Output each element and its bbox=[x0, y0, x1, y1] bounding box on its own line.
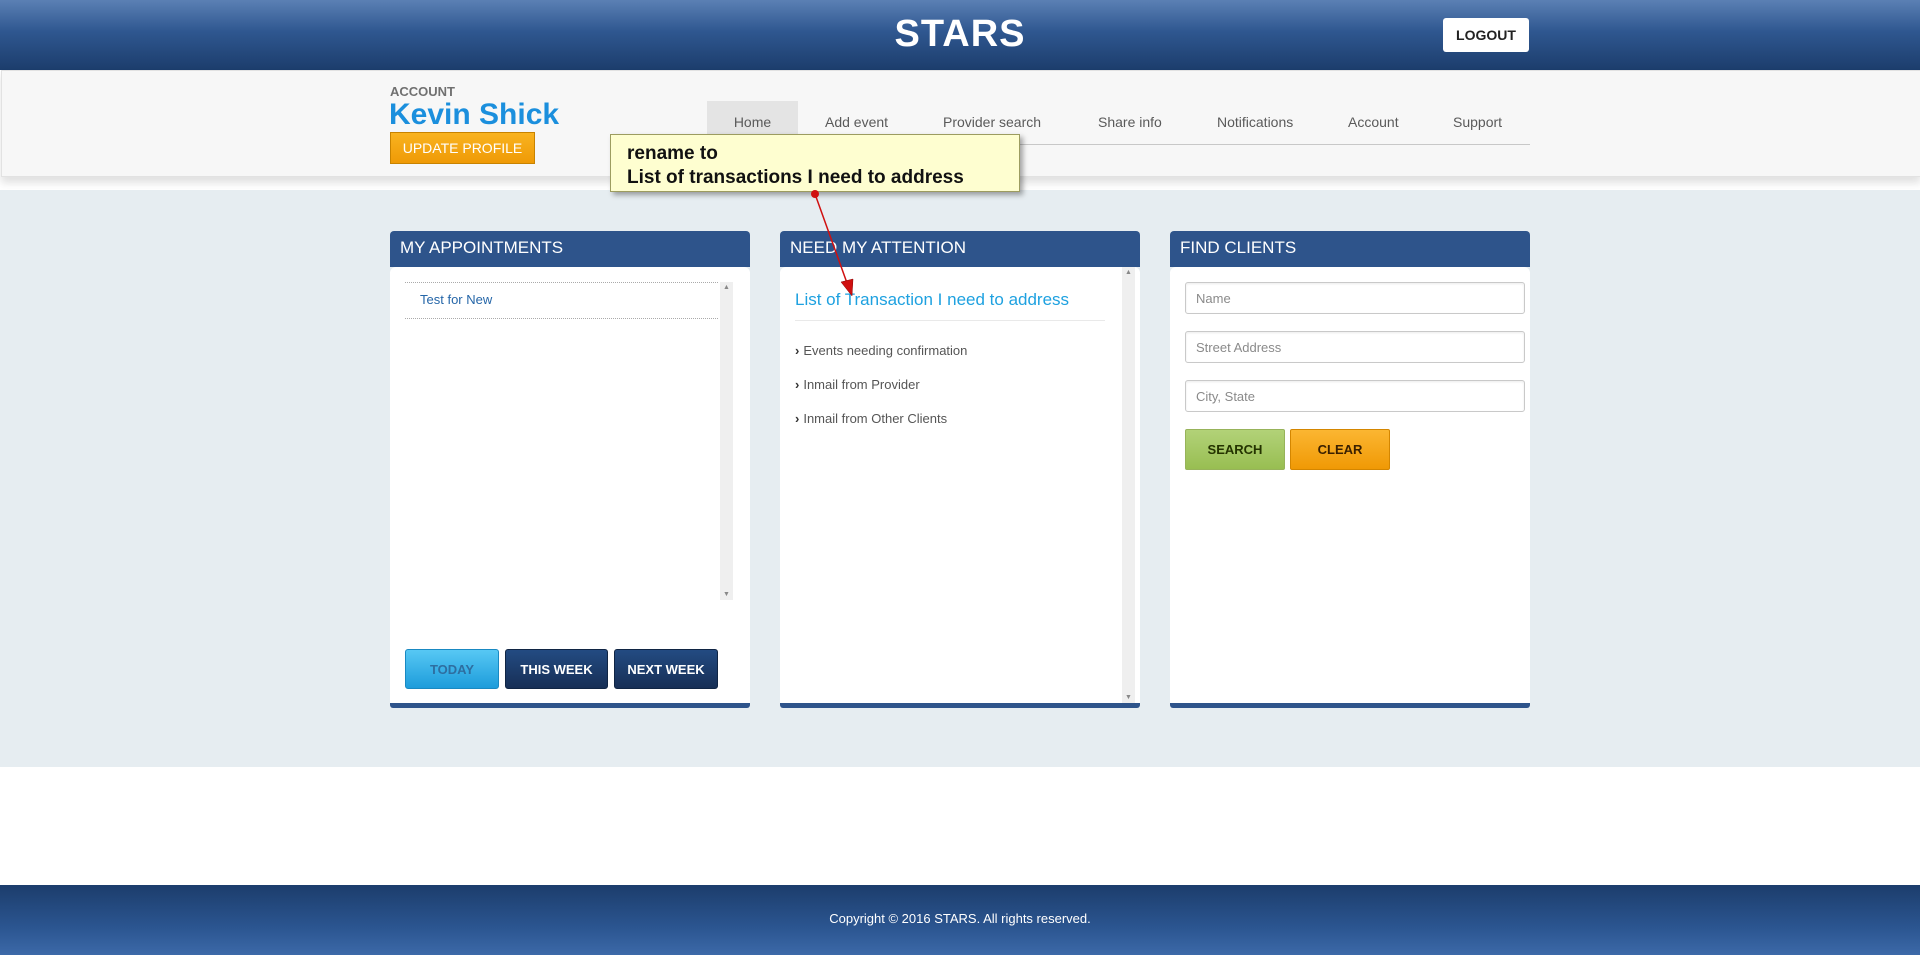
attention-panel: NEED MY ATTENTION List of Transaction I … bbox=[780, 231, 1140, 711]
next-week-button[interactable]: NEXT WEEK bbox=[614, 649, 718, 689]
attention-link-events[interactable]: › Events needing confirmation bbox=[795, 343, 967, 358]
app-brand: STARS bbox=[894, 13, 1026, 55]
annotation-callout: rename to List of transactions I need to… bbox=[610, 134, 1020, 192]
attention-link-label: Events needing confirmation bbox=[803, 343, 968, 358]
nav-notifications[interactable]: Notifications bbox=[1217, 101, 1293, 144]
account-name: Kevin Shick bbox=[389, 98, 560, 131]
appointments-panel: MY APPOINTMENTS Test for New ▲ ▼ TODAY T… bbox=[390, 231, 750, 711]
nav-share-info[interactable]: Share info bbox=[1098, 101, 1162, 144]
copyright-text: Copyright © 2016 STARS. All rights reser… bbox=[829, 911, 1091, 926]
attention-heading-link[interactable]: List of Transaction I need to address bbox=[795, 290, 1105, 321]
today-button[interactable]: TODAY bbox=[405, 649, 499, 689]
clear-button[interactable]: CLEAR bbox=[1290, 429, 1390, 470]
attention-body: List of Transaction I need to address › E… bbox=[780, 267, 1140, 703]
attention-link-inmail-provider[interactable]: › Inmail from Provider bbox=[795, 377, 920, 392]
chevron-right-icon: › bbox=[795, 411, 800, 426]
appointments-body: Test for New ▲ ▼ TODAY THIS WEEK NEXT WE… bbox=[390, 267, 750, 703]
logout-button[interactable]: LOGOUT bbox=[1443, 18, 1529, 52]
account-label: ACCOUNT bbox=[390, 84, 455, 99]
scroll-up-icon[interactable]: ▲ bbox=[720, 284, 733, 291]
find-clients-title: FIND CLIENTS bbox=[1170, 231, 1530, 267]
appointments-title: MY APPOINTMENTS bbox=[390, 231, 750, 267]
appointments-scrollbar[interactable]: ▲ ▼ bbox=[720, 282, 733, 600]
attention-title: NEED MY ATTENTION bbox=[780, 231, 1140, 267]
attention-scrollbar[interactable]: ▲ ▼ bbox=[1122, 267, 1135, 703]
find-clients-body: SEARCH CLEAR bbox=[1170, 267, 1530, 703]
appointment-item[interactable]: Test for New bbox=[405, 283, 718, 319]
update-profile-button[interactable]: UPDATE PROFILE bbox=[390, 132, 535, 164]
chevron-right-icon: › bbox=[795, 377, 800, 392]
scroll-down-icon[interactable]: ▼ bbox=[720, 591, 733, 598]
client-name-input[interactable] bbox=[1185, 282, 1525, 314]
annotation-line-1: rename to bbox=[627, 143, 718, 164]
page-footer: Copyright © 2016 STARS. All rights reser… bbox=[0, 885, 1920, 955]
scroll-up-icon[interactable]: ▲ bbox=[1122, 269, 1135, 276]
nav-account[interactable]: Account bbox=[1348, 101, 1399, 144]
this-week-button[interactable]: THIS WEEK bbox=[505, 649, 608, 689]
panel-footer-bar bbox=[780, 703, 1140, 708]
attention-link-label: Inmail from Other Clients bbox=[803, 411, 948, 426]
nav-support[interactable]: Support bbox=[1453, 101, 1502, 144]
scroll-down-icon[interactable]: ▼ bbox=[1122, 694, 1135, 701]
attention-link-inmail-clients[interactable]: › Inmail from Other Clients bbox=[795, 411, 947, 426]
search-button[interactable]: SEARCH bbox=[1185, 429, 1285, 470]
find-clients-panel: FIND CLIENTS SEARCH CLEAR bbox=[1170, 231, 1530, 711]
panel-footer-bar bbox=[390, 703, 750, 708]
panel-footer-bar bbox=[1170, 703, 1530, 708]
top-header: STARS LOGOUT bbox=[0, 0, 1920, 70]
attention-link-label: Inmail from Provider bbox=[803, 377, 920, 392]
appointments-list: Test for New bbox=[405, 282, 718, 601]
annotation-line-2: List of transactions I need to address bbox=[627, 167, 964, 188]
chevron-right-icon: › bbox=[795, 343, 800, 358]
street-address-input[interactable] bbox=[1185, 331, 1525, 363]
city-state-input[interactable] bbox=[1185, 380, 1525, 412]
